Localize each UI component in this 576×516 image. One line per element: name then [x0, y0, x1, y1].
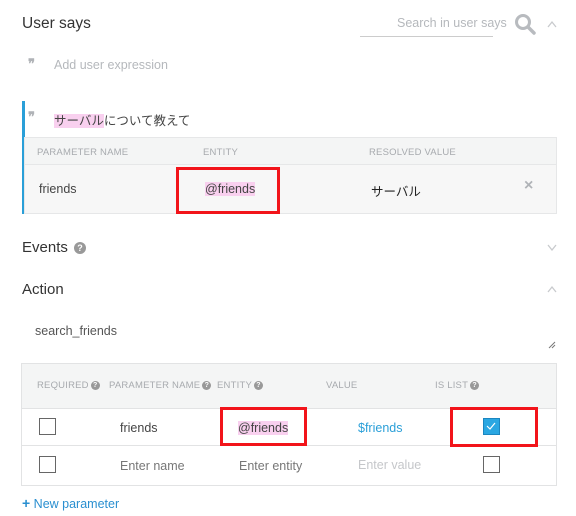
- events-title[interactable]: Events ?: [22, 239, 87, 256]
- quote-icon: ❞: [28, 110, 35, 125]
- resize-handle-icon[interactable]: [548, 341, 556, 349]
- search-icon[interactable]: [513, 12, 537, 36]
- help-icon[interactable]: ?: [74, 242, 87, 255]
- parameter-name[interactable]: friends: [120, 421, 158, 435]
- header-label: ENTITY: [217, 380, 252, 391]
- help-icon[interactable]: ?: [90, 380, 100, 390]
- action-title: Action: [22, 281, 64, 298]
- required-checkbox[interactable]: [39, 418, 56, 435]
- header-label: PARAMETER NAME: [109, 380, 201, 391]
- name-input[interactable]: Enter name: [120, 459, 185, 473]
- table-row: friends @friends サーバル ×: [24, 165, 557, 214]
- action-input[interactable]: search_friends: [22, 316, 557, 352]
- search-input[interactable]: Search in user says: [397, 16, 507, 30]
- user-expression[interactable]: サーバルについて教えて: [54, 110, 190, 129]
- annotation-box: [176, 167, 280, 214]
- required-checkbox[interactable]: [39, 456, 56, 473]
- new-parameter-button[interactable]: + New parameter: [22, 495, 119, 511]
- plus-icon: +: [22, 495, 31, 511]
- header-entity: ENTITY: [203, 147, 238, 158]
- help-icon[interactable]: ?: [470, 380, 480, 390]
- parameter-value[interactable]: $friends: [358, 421, 402, 435]
- help-icon[interactable]: ?: [202, 380, 212, 390]
- events-label: Events: [22, 239, 68, 256]
- user-says-title: User says: [22, 15, 91, 32]
- header-value: VALUE: [326, 380, 358, 391]
- table-header: REQUIRED? PARAMETER NAME? ENTITY? VALUE …: [22, 364, 556, 409]
- annotation-box: [220, 407, 307, 446]
- action-value: search_friends: [35, 324, 117, 338]
- expression-text: について教えて: [103, 114, 191, 128]
- chevron-up-icon[interactable]: [546, 285, 558, 293]
- search-user-says[interactable]: Search in user says: [360, 12, 507, 37]
- header-is-list: IS LIST?: [435, 380, 480, 391]
- new-parameter-row: Enter name Enter entity Enter value: [22, 446, 556, 485]
- close-icon[interactable]: ×: [524, 177, 533, 195]
- chevron-up-icon[interactable]: [546, 20, 558, 28]
- annotation-box: [450, 407, 538, 447]
- entity-highlight[interactable]: サーバル: [54, 114, 104, 128]
- chevron-down-icon[interactable]: [546, 243, 558, 251]
- resolved-value: サーバル: [371, 185, 421, 199]
- new-parameter-label: New parameter: [33, 497, 120, 511]
- is-list-checkbox[interactable]: [483, 456, 500, 473]
- header-label: IS LIST: [435, 380, 469, 391]
- add-user-expression-input[interactable]: Add user expression: [54, 58, 168, 72]
- header-parameter-name: PARAMETER NAME: [37, 147, 129, 158]
- header-resolved-value: RESOLVED VALUE: [369, 147, 456, 158]
- header-entity: ENTITY?: [217, 380, 263, 391]
- parameter-name: friends: [39, 182, 77, 196]
- help-icon[interactable]: ?: [253, 380, 263, 390]
- header-required: REQUIRED?: [37, 380, 100, 391]
- param-table-header: PARAMETER NAME ENTITY RESOLVED VALUE: [24, 137, 557, 165]
- header-label: REQUIRED: [37, 380, 89, 391]
- entity-input[interactable]: Enter entity: [239, 459, 302, 473]
- quote-icon: ❞: [28, 57, 35, 72]
- value-input[interactable]: Enter value: [358, 458, 421, 472]
- header-parameter-name: PARAMETER NAME?: [109, 380, 212, 391]
